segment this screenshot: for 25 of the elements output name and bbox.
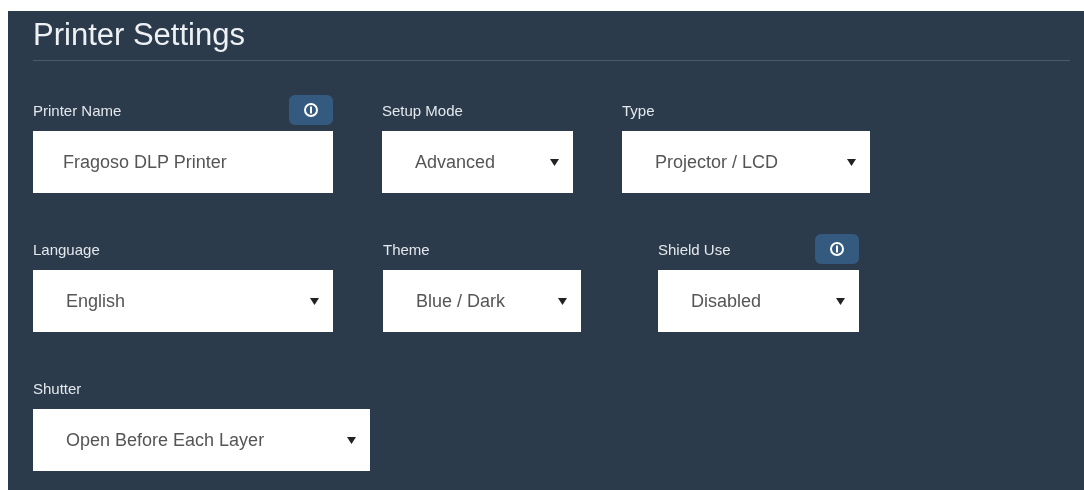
info-button[interactable] [289, 95, 333, 125]
info-button[interactable] [815, 234, 859, 264]
field-label: Setup Mode [382, 101, 463, 119]
dropdown[interactable]: English [33, 270, 333, 332]
caret-icon [347, 435, 356, 445]
caret-icon [550, 157, 559, 167]
caret-icon [847, 157, 856, 167]
dropdown[interactable]: Projector / LCD [622, 131, 870, 193]
field-label: Shield Use [658, 240, 731, 258]
dropdown[interactable]: Blue / Dark [383, 270, 581, 332]
dropdown[interactable]: Open Before Each Layer [33, 409, 370, 471]
text-field[interactable]: Fragoso DLP Printer [33, 131, 333, 193]
field-label: Theme [383, 240, 430, 258]
field-label: Printer Name [33, 101, 122, 119]
info-icon [304, 103, 318, 117]
dropdown[interactable]: Disabled [658, 270, 859, 332]
caret-icon [310, 296, 319, 306]
panel-title: Printer Settings [33, 11, 1070, 61]
info-icon [830, 242, 844, 256]
field-label: Shutter [33, 379, 82, 397]
caret-icon [558, 296, 567, 306]
field-label: Language [33, 240, 100, 258]
field-label: Type [622, 101, 655, 119]
caret-icon [836, 296, 845, 306]
dropdown[interactable]: Advanced [382, 131, 573, 193]
